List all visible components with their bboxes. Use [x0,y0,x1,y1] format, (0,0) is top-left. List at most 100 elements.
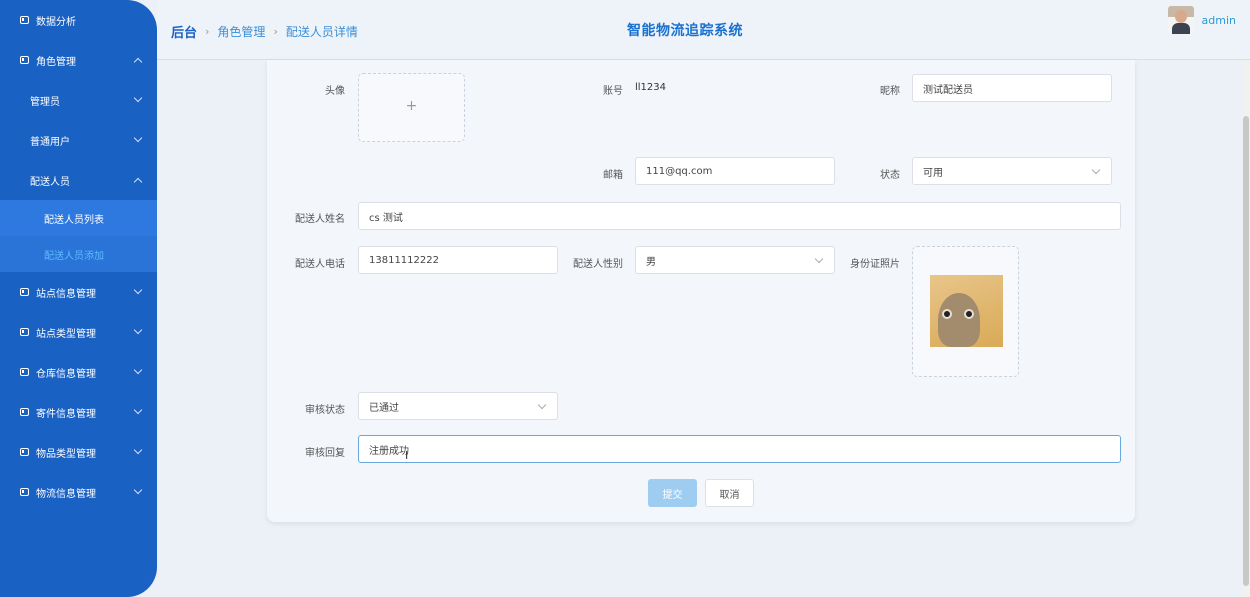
courier-name-value: cs 测试 [369,212,403,224]
audit-status-label: 审核状态 [305,405,345,416]
detail-form-card: 头像 + 账号 ll1234 昵称 测试配送员 邮箱 111@qq.com 状态… [267,60,1135,522]
cat-eye [942,309,952,319]
sidebar-item-label: 普通用户 [30,136,70,148]
sidebar-item-normal-users[interactable]: 普通用户 [0,120,157,160]
cancel-button[interactable]: 取消 [705,479,754,507]
scrollbar[interactable] [1242,60,1250,597]
sidebar-item-courier-add[interactable]: 配送人员添加 [0,236,157,272]
menu-icon [20,56,29,64]
menu-icon [20,368,29,376]
chevron-down-icon [133,405,143,415]
chevron-down-icon [133,133,143,143]
sidebar-item-admin[interactable]: 管理员 [0,80,157,120]
chevron-down-icon [537,400,547,410]
sidebar-item-couriers[interactable]: 配送人员 [0,160,157,200]
text-cursor-icon: I [405,449,409,462]
email-label: 邮箱 [603,170,623,181]
page-title: 智能物流追踪系统 [627,23,743,39]
status-label: 状态 [880,170,900,181]
audit-reply-value: 注册成功 [369,445,409,457]
nickname-value: 测试配送员 [923,84,973,96]
sidebar-item-label: 配送人员列表 [44,214,104,226]
cat-eye [964,309,974,319]
courier-gender-value: 男 [646,256,656,268]
courier-phone-value: 13811112222 [369,254,439,266]
sidebar-item-label: 站点类型管理 [36,328,96,340]
scrollbar-thumb[interactable] [1243,116,1249,586]
sidebar-item-label: 配送人员 [30,176,70,188]
chevron-up-icon [133,177,143,187]
courier-name-input[interactable]: cs 测试 [358,202,1121,230]
audit-status-select[interactable]: 已通过 [358,392,558,420]
chevron-down-icon [133,485,143,495]
plus-icon: + [405,98,418,114]
sidebar-item-label: 物品类型管理 [36,448,96,460]
audit-reply-label: 审核回复 [305,448,345,459]
email-value: 111@qq.com [646,165,713,177]
menu-icon [20,488,29,496]
sidebar-item-label: 角色管理 [36,56,76,68]
audit-reply-input[interactable]: 注册成功 [358,435,1121,463]
chevron-down-icon [133,325,143,335]
chevron-down-icon [133,365,143,375]
sidebar-item-logistics[interactable]: 物流信息管理 [0,472,157,512]
account-value: ll1234 [635,82,667,93]
submit-button[interactable]: 提交 [648,479,697,507]
courier-phone-input[interactable]: 13811112222 [358,246,558,274]
sidebar-item-label: 物流信息管理 [36,488,96,500]
id-photo-upload[interactable] [912,246,1019,377]
courier-gender-label: 配送人性别 [573,259,623,270]
sidebar-item-label: 数据分析 [36,16,76,28]
sidebar-item-role-management[interactable]: 角色管理 [0,40,157,80]
sidebar-item-label: 寄件信息管理 [36,408,96,420]
status-select[interactable]: 可用 [912,157,1112,185]
sidebar-item-warehouse[interactable]: 仓库信息管理 [0,352,157,392]
id-photo-image [930,275,1003,347]
nickname-label: 昵称 [880,86,900,97]
breadcrumb-current: 配送人员详情 [285,25,358,39]
sidebar-item-courier-list[interactable]: 配送人员列表 [0,200,157,236]
breadcrumb-home[interactable]: 后台 [171,22,197,41]
avatar-upload[interactable]: + [358,73,465,142]
sidebar-item-site-info[interactable]: 站点信息管理 [0,272,157,312]
sidebar-item-item-type[interactable]: 物品类型管理 [0,432,157,472]
courier-name-label: 配送人姓名 [295,214,345,225]
menu-icon [20,448,29,456]
breadcrumb: 后台 › 角色管理 › 配送人员详情 [171,22,358,41]
sidebar-item-label: 仓库信息管理 [36,368,96,380]
chevron-down-icon [1091,165,1101,175]
chevron-down-icon [814,254,824,264]
sidebar-item-data-analysis[interactable]: 数据分析 [0,0,157,40]
sidebar-item-label: 站点信息管理 [36,288,96,300]
menu-icon [20,288,29,296]
courier-gender-select[interactable]: 男 [635,246,835,274]
chevron-down-icon [133,93,143,103]
status-value: 可用 [923,167,943,179]
chevron-down-icon [133,285,143,295]
menu-icon [20,328,29,336]
sidebar: 数据分析 角色管理 管理员 普通用户 配送人员 配送人员列表 配送人员添加 站点… [0,0,157,597]
top-header: 后台 › 角色管理 › 配送人员详情 智能物流追踪系统 admin [157,0,1250,60]
chevron-up-icon [133,57,143,67]
sidebar-item-site-type[interactable]: 站点类型管理 [0,312,157,352]
menu-icon [20,408,29,416]
chevron-down-icon [133,445,143,455]
account-label: 账号 [603,86,623,97]
sidebar-item-label: 管理员 [30,96,60,108]
menu-icon [20,16,29,24]
sidebar-item-shipment[interactable]: 寄件信息管理 [0,392,157,432]
avatar[interactable] [1167,6,1194,34]
breadcrumb-separator: › [205,25,210,38]
breadcrumb-separator: › [273,25,278,38]
audit-status-value: 已通过 [369,402,399,414]
nickname-input[interactable]: 测试配送员 [912,74,1112,102]
user-menu[interactable]: admin [1167,6,1236,34]
id-photo-label: 身份证照片 [850,259,900,270]
cat-shape [938,293,980,347]
courier-phone-label: 配送人电话 [295,259,345,270]
username[interactable]: admin [1202,14,1236,27]
email-input[interactable]: 111@qq.com [635,157,835,185]
sidebar-item-label: 配送人员添加 [44,250,104,262]
avatar-label: 头像 [325,86,345,97]
breadcrumb-role-management[interactable]: 角色管理 [217,23,265,40]
